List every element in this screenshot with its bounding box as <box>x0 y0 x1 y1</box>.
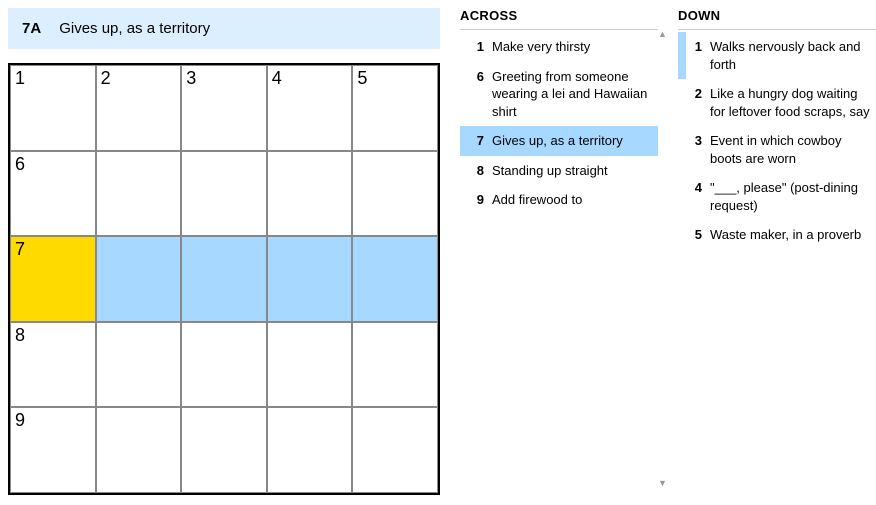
scroll-up-icon: ▲ <box>658 30 664 39</box>
clue-text: Gives up, as a territory <box>492 132 652 150</box>
grid-cell[interactable]: 1 <box>10 65 96 151</box>
grid-cell[interactable] <box>352 322 438 408</box>
across-clue-7[interactable]: 7Gives up, as a territory <box>460 126 658 156</box>
cell-number: 6 <box>15 154 25 175</box>
across-clue-8[interactable]: 8Standing up straight <box>460 156 658 186</box>
grid-cell[interactable] <box>181 151 267 237</box>
grid-cell[interactable] <box>96 322 182 408</box>
cell-number: 7 <box>15 239 25 260</box>
down-clue-4[interactable]: 4"___, please" (post-dining request) <box>678 173 876 220</box>
cell-number: 9 <box>15 410 25 431</box>
clue-text: Standing up straight <box>492 162 652 180</box>
grid-cell[interactable] <box>267 407 353 493</box>
cell-number: 3 <box>186 68 196 89</box>
grid-cell[interactable] <box>181 236 267 322</box>
grid-cell[interactable]: 5 <box>352 65 438 151</box>
down-header: DOWN <box>678 8 876 30</box>
cell-number: 4 <box>272 68 282 89</box>
clue-text: Make very thirsty <box>492 38 652 56</box>
clue-text: "___, please" (post-dining request) <box>710 179 870 214</box>
grid-cell[interactable] <box>267 151 353 237</box>
across-clue-9[interactable]: 9Add firewood to <box>460 185 658 215</box>
scrollbar[interactable]: ▲ ▼ <box>658 30 664 488</box>
grid-cell[interactable] <box>181 322 267 408</box>
current-clue-label: 7A <box>22 20 41 37</box>
down-clue-list: 1Walks nervously back and forth2Like a h… <box>678 32 876 250</box>
grid-cell[interactable] <box>352 151 438 237</box>
across-clue-6[interactable]: 6Greeting from someone wearing a lei and… <box>460 62 658 127</box>
clue-text: Walks nervously back and forth <box>710 38 870 73</box>
clue-number: 9 <box>468 191 492 209</box>
across-clue-list: 1Make very thirsty6Greeting from someone… <box>460 32 658 215</box>
clue-number: 3 <box>686 132 710 167</box>
clue-text: Waste maker, in a proverb <box>710 226 870 244</box>
clue-text: Event in which cowboy boots are worn <box>710 132 870 167</box>
grid-cell[interactable] <box>352 236 438 322</box>
clue-text: Like a hungry dog waiting for leftover f… <box>710 85 870 120</box>
crossword-layout: 7A Gives up, as a territory 1 2 3 4 5 6 7 8 9 AC… <box>8 8 868 495</box>
grid-cell[interactable] <box>96 236 182 322</box>
across-header: ACROSS <box>460 8 658 30</box>
scroll-down-icon: ▼ <box>658 479 664 488</box>
grid-cell[interactable] <box>181 407 267 493</box>
cell-number: 2 <box>101 68 111 89</box>
down-column: DOWN 1Walks nervously back and forth2Lik… <box>678 8 876 488</box>
grid-cell[interactable] <box>267 236 353 322</box>
grid-cell[interactable]: 9 <box>10 407 96 493</box>
across-clue-1[interactable]: 1Make very thirsty <box>460 32 658 62</box>
cell-number: 8 <box>15 325 25 346</box>
clue-number: 6 <box>468 68 492 121</box>
cell-number: 5 <box>357 68 367 89</box>
crossword-grid[interactable]: 1 2 3 4 5 6 7 8 9 <box>8 63 440 495</box>
down-clue-5[interactable]: 5Waste maker, in a proverb <box>678 220 876 250</box>
grid-cell[interactable]: 8 <box>10 322 96 408</box>
clue-text: Add firewood to <box>492 191 652 209</box>
clue-number: 1 <box>686 38 710 73</box>
clue-number: 4 <box>686 179 710 214</box>
grid-cell[interactable]: 2 <box>96 65 182 151</box>
clue-number: 8 <box>468 162 492 180</box>
clue-number: 5 <box>686 226 710 244</box>
grid-cell[interactable] <box>96 407 182 493</box>
clue-number: 2 <box>686 85 710 120</box>
grid-cell[interactable] <box>96 151 182 237</box>
down-clue-1[interactable]: 1Walks nervously back and forth <box>678 32 876 79</box>
down-clue-2[interactable]: 2Like a hungry dog waiting for leftover … <box>678 79 876 126</box>
down-clue-3[interactable]: 3Event in which cowboy boots are worn <box>678 126 876 173</box>
across-column: ACROSS 1Make very thirsty6Greeting from … <box>460 8 658 488</box>
cell-number: 1 <box>15 68 25 89</box>
left-panel: 7A Gives up, as a territory 1 2 3 4 5 6 7 8 9 <box>8 8 440 495</box>
grid-cell[interactable]: 7 <box>10 236 96 322</box>
grid-cell[interactable]: 3 <box>181 65 267 151</box>
grid-cell[interactable] <box>267 322 353 408</box>
grid-cell[interactable]: 6 <box>10 151 96 237</box>
grid-cell[interactable]: 4 <box>267 65 353 151</box>
clue-number: 7 <box>468 132 492 150</box>
grid-cell[interactable] <box>352 407 438 493</box>
current-clue-bar: 7A Gives up, as a territory <box>8 8 440 49</box>
clue-text: Greeting from someone wearing a lei and … <box>492 68 652 121</box>
current-clue-text: Gives up, as a territory <box>59 20 210 37</box>
clue-number: 1 <box>468 38 492 56</box>
